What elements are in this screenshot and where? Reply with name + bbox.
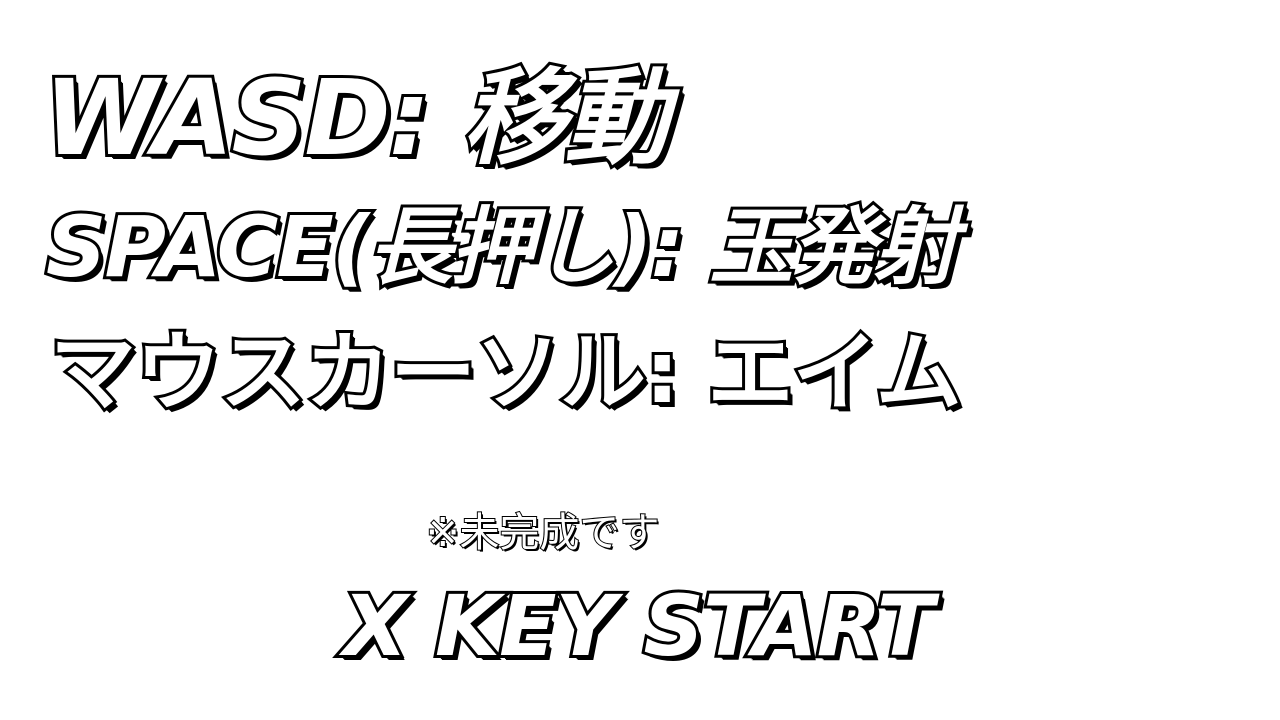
title-screen: WASD: 移動 SPACE(長押し): 玉発射 マウスカーソル: エイム ※未… — [0, 0, 1280, 720]
unfinished-note: ※未完成です — [425, 510, 661, 556]
instruction-aim: マウスカーソル: エイム — [47, 327, 965, 419]
shoot-key: SPACE(長押し) — [43, 198, 656, 296]
instruction-shoot: SPACE(長押し): 玉発射 — [43, 202, 960, 292]
move-separator: : — [386, 57, 434, 179]
aim-key: マウスカーソル — [47, 323, 649, 423]
aim-separator: : — [642, 323, 682, 423]
shoot-separator: : — [648, 198, 687, 296]
aim-action: エイム — [704, 323, 964, 423]
instruction-move: WASD: 移動 — [41, 63, 672, 173]
shoot-action: 玉発射 — [706, 198, 960, 296]
move-key: WASD — [41, 57, 394, 179]
start-prompt: X KEY START — [0, 577, 1280, 675]
start-prompt-label: X KEY START — [340, 577, 937, 675]
move-action: 移動 — [460, 57, 672, 179]
